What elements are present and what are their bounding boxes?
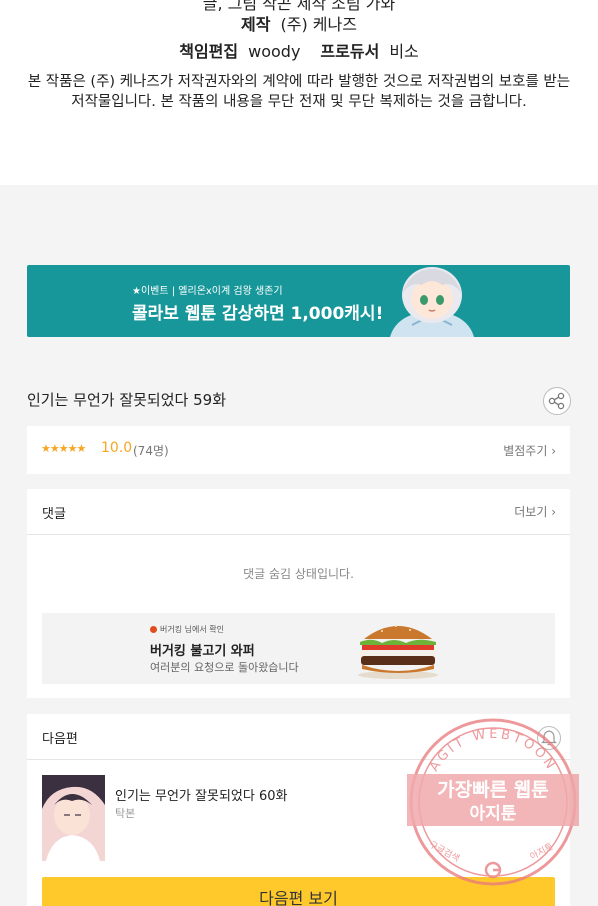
comments-card: 댓글 더보기 › 댓글 숨김 상태입니다. 버거킹 님에서 확인 버거킹 불고기… [27,489,570,698]
next-episode-card: 다음편 인기는 무언가 잘못되었다 60화 탁본 다음편 보기 [27,714,570,906]
credit-editor-producer: 책임편집 woody 프로듀서 비소 [0,38,598,62]
next-notify-button[interactable] [537,726,561,750]
next-episode-subtitle: 탁본 [115,807,136,820]
ad-source-text: 버거킹 님에서 확인 [160,625,224,634]
burger-king-logo-icon [150,626,157,633]
credit-production: 제작 (주) 케나즈 [0,11,598,35]
comments-divider [27,534,570,535]
rating-score: 10.0 [101,440,133,456]
production-label: 제작 [241,15,271,34]
rating-count: (74명) [133,444,169,458]
banner-character-illustration [390,267,474,337]
copyright-notice: 본 작품은 (주) 케나즈가 저작권자와의 계약에 따라 발행한 것으로 저작권… [27,74,571,110]
next-header: 다음편 [42,732,78,747]
next-episode-button[interactable]: 다음편 보기 [42,877,555,906]
producer-label: 프로듀서 [320,42,380,61]
rate-button[interactable]: 별점주기 › [503,442,556,459]
rating-card: ★★★★★ 10.0 (74명) 별점주기 › [27,426,570,474]
comments-hidden-message: 댓글 숨김 상태입니다. [243,567,354,581]
next-divider [27,759,570,760]
ad-title: 버거킹 불고기 와퍼 [150,644,255,659]
share-button[interactable] [543,387,571,415]
ad-source: 버거킹 님에서 확인 [150,624,224,635]
next-episode-thumbnail[interactable] [42,775,105,861]
comments-more-link[interactable]: 더보기 › [514,503,556,520]
credits-section: 글, 그림 작곤 제작 소림 가와 제작 (주) 케나즈 책임편집 woody 프로듀… [0,0,598,185]
share-icon [548,392,565,410]
comments-header: 댓글 [42,507,66,522]
episode-title: 인기는 무언가 잘못되었다 59화 [27,391,226,409]
ad-description: 여러분의 요청으로 돌아왔습니다 [150,661,299,674]
next-episode-title[interactable]: 인기는 무언가 잘못되었다 60화 [115,785,287,804]
producer-value: 비소 [389,42,419,61]
rating-stars: ★★★★★ [41,442,86,455]
editor-value: woody [248,42,301,61]
ad-banner[interactable]: 버거킹 님에서 확인 버거킹 불고기 와퍼 여러분의 요청으로 돌아왔습니다 [42,613,555,684]
banner-big-text: 콜라보 웹툰 감상하면 1,000캐시! [132,304,384,324]
editor-label: 책임편집 [179,42,239,61]
event-banner[interactable]: ★이벤트 | 엘리온x이계 검왕 생존기 콜라보 웹툰 감상하면 1,000캐시… [27,265,570,337]
bell-icon [541,730,557,746]
banner-small-text: ★이벤트 | 엘리온x이계 검왕 생존기 [132,286,283,297]
burger-image [358,625,438,679]
production-value: (주) 케나즈 [280,15,357,34]
thumbnail-illustration [42,775,105,861]
